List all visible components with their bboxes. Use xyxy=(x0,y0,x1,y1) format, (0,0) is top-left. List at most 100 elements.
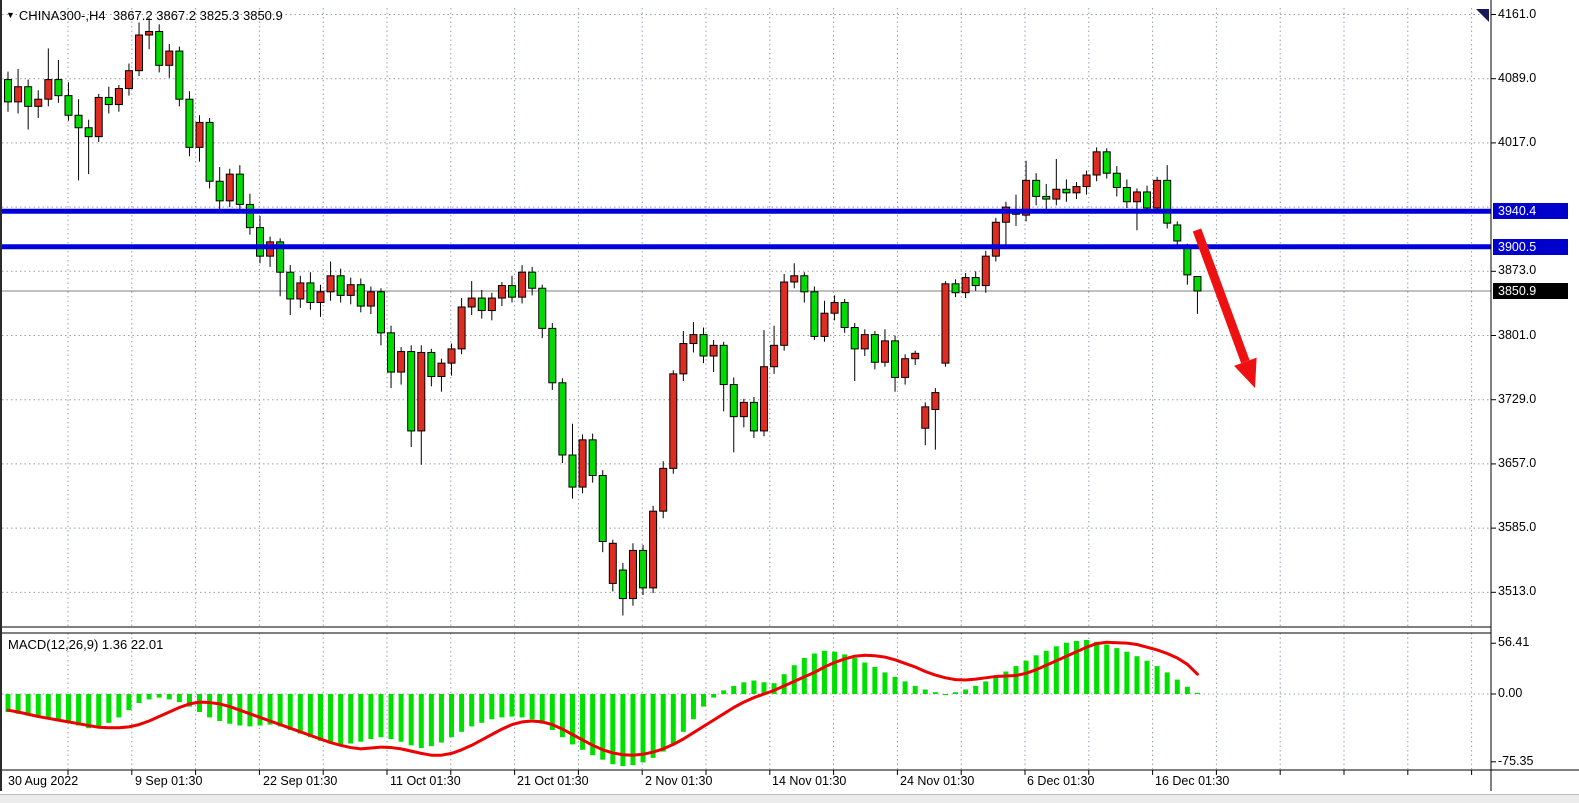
chart-shift-marker[interactable] xyxy=(1476,9,1489,22)
bull-candle xyxy=(781,282,788,345)
bear-candle xyxy=(539,288,546,328)
macd-axis-label[interactable]: 56.41 xyxy=(1498,635,1529,649)
macd-histogram-bar xyxy=(177,694,182,702)
time-axis-label[interactable]: 14 Nov 01:30 xyxy=(772,774,846,788)
bear-candle xyxy=(1123,187,1130,201)
bear-candle xyxy=(75,115,82,127)
bear-candle xyxy=(599,476,606,542)
macd-histogram-bar xyxy=(882,672,887,694)
bear-candle xyxy=(1043,196,1050,199)
macd-histogram-bar xyxy=(671,694,676,744)
macd-histogram-bar xyxy=(368,694,373,739)
price-axis-label[interactable]: 4161.0 xyxy=(1498,7,1536,21)
trend-arrow-shaft[interactable] xyxy=(1197,230,1245,362)
bull-candle xyxy=(418,352,425,430)
bear-candle xyxy=(972,278,979,286)
macd-histogram-bar xyxy=(1155,666,1160,694)
time-axis-label[interactable]: 21 Oct 01:30 xyxy=(517,774,589,788)
bull-candle xyxy=(1154,180,1161,208)
time-axis-label[interactable]: 11 Oct 01:30 xyxy=(390,774,461,788)
bear-candle xyxy=(952,284,959,293)
bull-candle xyxy=(1093,152,1100,175)
price-axis-label[interactable]: 3873.0 xyxy=(1498,263,1536,277)
bull-candle xyxy=(821,313,828,336)
macd-histogram-bar xyxy=(711,694,716,698)
price-axis-label[interactable]: 3657.0 xyxy=(1498,456,1536,470)
price-axis-label[interactable]: 3801.0 xyxy=(1498,328,1536,342)
bull-candle xyxy=(45,80,52,100)
price-axis-label[interactable]: 4017.0 xyxy=(1498,135,1536,149)
trend-arrow-head[interactable] xyxy=(1234,358,1257,388)
macd-histogram-bar xyxy=(288,694,293,730)
macd-axis-label[interactable]: -75.35 xyxy=(1498,754,1533,768)
bull-candle xyxy=(35,99,42,106)
bear-candle xyxy=(428,352,435,376)
macd-histogram-bar xyxy=(399,694,404,742)
price-axis-label[interactable]: 3729.0 xyxy=(1498,392,1536,406)
bear-candle xyxy=(730,385,737,417)
macd-histogram-bar xyxy=(993,677,998,694)
bull-candle xyxy=(861,335,868,349)
price-axis-label[interactable]: 3513.0 xyxy=(1498,584,1536,598)
symbol-dropdown-icon[interactable]: ▼ xyxy=(6,10,15,20)
bear-candle xyxy=(720,345,727,384)
bear-candle xyxy=(65,96,72,116)
bull-candle xyxy=(1073,187,1080,193)
time-axis-label[interactable]: 9 Sep 01:30 xyxy=(135,774,202,788)
macd-histogram-bar xyxy=(1014,666,1019,694)
time-axis-label[interactable]: 30 Aug 2022 xyxy=(8,774,78,788)
macd-histogram-bar xyxy=(348,694,353,744)
bull-candle xyxy=(519,272,526,297)
price-chart-canvas[interactable] xyxy=(0,0,1579,803)
macd-histogram-bar xyxy=(731,686,736,694)
macd-histogram-bar xyxy=(56,694,61,721)
level-price-badge: 3900.5 xyxy=(1493,239,1568,255)
bear-candle xyxy=(851,327,858,348)
bull-candle xyxy=(982,256,989,285)
macd-histogram-bar xyxy=(66,694,71,723)
bull-candle xyxy=(458,307,465,349)
price-axis-label[interactable]: 3585.0 xyxy=(1498,520,1536,534)
macd-histogram-bar xyxy=(520,694,525,717)
bull-candle xyxy=(398,352,405,373)
macd-histogram-bar xyxy=(76,694,81,726)
macd-axis-label[interactable]: 0.00 xyxy=(1498,686,1522,700)
macd-histogram-bar xyxy=(1064,643,1069,694)
time-axis-label[interactable]: 24 Nov 01:30 xyxy=(900,774,974,788)
macd-histogram-bar xyxy=(1034,655,1039,694)
macd-histogram-bar xyxy=(116,694,121,717)
bull-candle xyxy=(115,89,122,105)
bull-candle xyxy=(448,349,455,363)
bear-candle xyxy=(246,204,253,227)
bear-candle xyxy=(1103,152,1110,173)
macd-histogram-bar xyxy=(872,667,877,694)
bear-candle xyxy=(176,51,183,99)
time-axis-label[interactable]: 2 Nov 01:30 xyxy=(645,774,712,788)
bear-candle xyxy=(871,335,878,363)
macd-histogram-bar xyxy=(1114,648,1119,694)
macd-histogram-bar xyxy=(469,694,474,726)
macd-histogram-bar xyxy=(278,694,283,726)
bull-candle xyxy=(690,335,697,344)
current-price-badge: 3850.9 xyxy=(1493,283,1568,299)
bull-candle xyxy=(488,298,495,310)
bull-candle xyxy=(831,303,838,314)
time-axis-label[interactable]: 6 Dec 01:30 xyxy=(1027,774,1094,788)
bear-candle xyxy=(801,276,808,292)
time-axis-label[interactable]: 22 Sep 01:30 xyxy=(263,774,337,788)
macd-histogram-bar xyxy=(943,694,948,695)
bull-candle xyxy=(791,276,798,282)
macd-histogram-bar xyxy=(449,694,454,737)
macd-histogram-bar xyxy=(358,694,363,742)
price-axis-label[interactable]: 4089.0 xyxy=(1498,71,1536,85)
macd-histogram-bar xyxy=(691,694,696,719)
time-axis-label[interactable]: 16 Dec 01:30 xyxy=(1155,774,1229,788)
bull-candle xyxy=(1083,175,1090,187)
bear-candle xyxy=(105,97,112,104)
window-bottom-strip xyxy=(0,794,1579,803)
macd-histogram-bar xyxy=(96,694,101,726)
macd-histogram-bar xyxy=(1145,661,1150,694)
macd-histogram-bar xyxy=(459,694,464,732)
bull-candle xyxy=(962,278,969,293)
macd-histogram-bar xyxy=(1044,651,1049,694)
